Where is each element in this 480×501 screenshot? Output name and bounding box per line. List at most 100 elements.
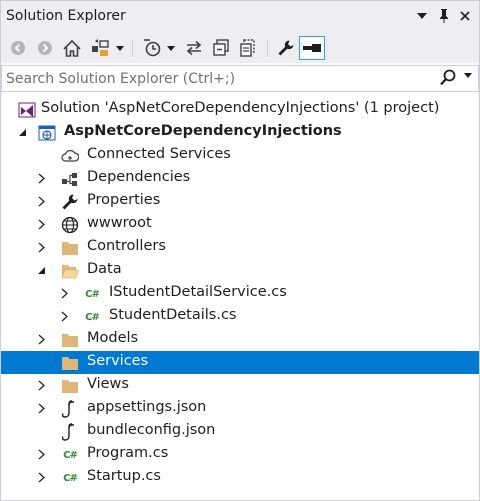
tree-item-program-cs[interactable]: C# Program.cs xyxy=(1,443,479,466)
tree-item-label: bundleconfig.json xyxy=(87,422,216,438)
tree-item-wwwroot[interactable]: wwwroot xyxy=(1,213,479,236)
search-input[interactable] xyxy=(6,68,426,89)
tree-item-istudentdetailservice-cs[interactable]: C# IStudentDetailService.cs xyxy=(1,282,479,305)
tree-item-label: StudentDetails.cs xyxy=(109,307,237,323)
tree-item-dependencies[interactable]: Dependencies xyxy=(1,167,479,190)
expanded-arrow-icon[interactable] xyxy=(35,264,47,276)
csharp-file-icon: C# xyxy=(85,311,100,323)
chevron-down-icon xyxy=(464,73,472,78)
window-position-dropdown[interactable] xyxy=(413,7,431,25)
globe-icon xyxy=(61,216,79,234)
forward-button[interactable] xyxy=(35,37,55,59)
switch-views-dropdown[interactable] xyxy=(114,37,126,59)
tree-item-views[interactable]: Views xyxy=(1,374,479,397)
home-button[interactable] xyxy=(61,37,83,59)
preview-icon xyxy=(303,44,321,52)
collapsed-arrow-icon[interactable] xyxy=(58,310,70,322)
pending-changes-dropdown[interactable] xyxy=(165,37,177,59)
search-button[interactable] xyxy=(440,69,456,90)
cloud-icon xyxy=(61,147,79,165)
json-file-icon xyxy=(61,400,79,418)
tree-item-models[interactable]: Models xyxy=(1,328,479,351)
folder-icon xyxy=(61,239,79,257)
collapsed-arrow-icon[interactable] xyxy=(35,379,47,391)
tree-item-label: AspNetCoreDependencyInjections xyxy=(64,123,342,139)
tree-item-solution[interactable]: Solution 'AspNetCoreDependencyInjections… xyxy=(1,98,479,121)
tree-item-label: Solution 'AspNetCoreDependencyInjections… xyxy=(41,100,440,116)
tree-item-data[interactable]: Data xyxy=(1,259,479,282)
tree-item-connected-services[interactable]: Connected Services xyxy=(1,144,479,167)
wrench-icon xyxy=(278,40,294,56)
collapsed-arrow-icon[interactable] xyxy=(35,402,47,414)
folder-icon xyxy=(61,331,79,349)
csharp-file-icon: C# xyxy=(63,472,78,484)
csharp-file-icon: C# xyxy=(63,449,78,461)
toolbar-separator xyxy=(132,39,133,57)
visual-studio-solution-icon xyxy=(18,101,36,119)
tree-item-studentdetails-cs[interactable]: C# StudentDetails.cs xyxy=(1,305,479,328)
tree-item-label: Views xyxy=(87,376,129,392)
pending-changes-filter-icon xyxy=(144,39,161,57)
collapsed-arrow-icon[interactable] xyxy=(35,333,47,345)
chevron-down-icon xyxy=(167,45,175,51)
tree-item-label: Data xyxy=(87,261,122,277)
show-all-files-icon xyxy=(240,39,255,57)
collapsed-arrow-icon[interactable] xyxy=(35,172,47,184)
tree-item-services[interactable]: Services xyxy=(1,351,479,374)
expanded-arrow-icon[interactable] xyxy=(16,126,28,138)
close-icon xyxy=(460,11,470,21)
collapsed-arrow-icon[interactable] xyxy=(35,471,47,483)
preview-selected-items-button[interactable] xyxy=(299,36,325,60)
switch-views-button[interactable] xyxy=(89,37,111,59)
tree-item-label: Program.cs xyxy=(87,445,169,461)
folder-icon xyxy=(61,377,79,395)
sync-icon xyxy=(186,40,202,56)
tree-item-bundleconfig-json[interactable]: bundleconfig.json xyxy=(1,420,479,443)
tree-item-label: appsettings.json xyxy=(87,399,207,415)
search-icon xyxy=(440,69,456,86)
home-icon xyxy=(63,39,81,57)
tree-item-label: Startup.cs xyxy=(87,468,161,484)
wrench-icon xyxy=(61,193,79,211)
show-all-files-button[interactable] xyxy=(237,37,259,59)
tree-item-label: Dependencies xyxy=(87,169,191,185)
collapsed-arrow-icon[interactable] xyxy=(35,195,47,207)
collapse-all-button[interactable] xyxy=(210,37,232,59)
tree-item-label: wwwroot xyxy=(87,215,152,231)
collapsed-arrow-icon[interactable] xyxy=(35,218,47,230)
tree-item-label: Services xyxy=(87,353,149,369)
tree-item-properties[interactable]: Properties xyxy=(1,190,479,213)
pending-changes-filter-button[interactable] xyxy=(141,37,163,59)
window-title: Solution Explorer xyxy=(6,8,126,24)
search-options-dropdown[interactable] xyxy=(464,70,472,81)
tree-item-controllers[interactable]: Controllers xyxy=(1,236,479,259)
forward-icon xyxy=(38,41,52,55)
tree-item-label: Connected Services xyxy=(87,146,231,162)
toolbar xyxy=(1,32,479,63)
collapsed-arrow-icon[interactable] xyxy=(35,241,47,253)
collapsed-arrow-icon[interactable] xyxy=(58,287,70,299)
properties-button[interactable] xyxy=(275,37,297,59)
csharp-file-icon: C# xyxy=(85,288,100,300)
json-file-icon xyxy=(61,423,79,441)
solution-explorer-window: Solution Explorer Search Solution Explor… xyxy=(0,0,480,501)
tree-item-label: Controllers xyxy=(87,238,166,254)
chevron-down-icon xyxy=(116,45,124,51)
auto-hide-pin-button[interactable] xyxy=(435,7,453,25)
toolbar-separator xyxy=(267,39,268,57)
back-button[interactable] xyxy=(8,37,28,59)
tree-item-project[interactable]: AspNetCoreDependencyInjections xyxy=(1,121,479,144)
tree-item-label: Models xyxy=(87,330,139,346)
sync-button[interactable] xyxy=(183,37,205,59)
switch-views-icon xyxy=(92,39,109,56)
collapsed-arrow-icon[interactable] xyxy=(35,448,47,460)
dependencies-icon xyxy=(61,170,79,188)
tree-item-label: IStudentDetailService.cs xyxy=(109,284,287,300)
back-icon xyxy=(11,41,25,55)
tree-item-label: Properties xyxy=(87,192,161,208)
tree-item-startup-cs[interactable]: C# Startup.cs xyxy=(1,466,479,489)
web-project-icon xyxy=(38,124,56,142)
collapse-all-icon xyxy=(213,39,229,56)
tree-item-appsettings-json[interactable]: appsettings.json xyxy=(1,397,479,420)
close-button[interactable] xyxy=(456,7,474,25)
